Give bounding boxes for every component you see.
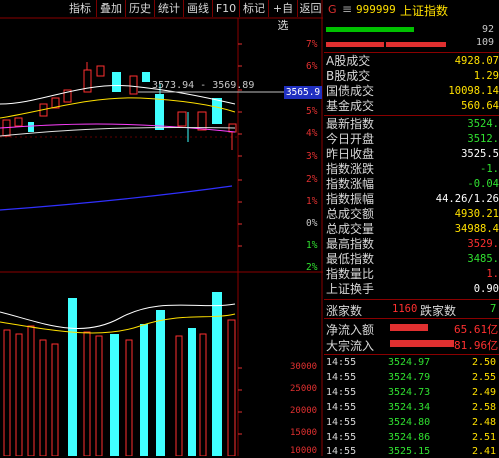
ma10-line	[0, 97, 236, 119]
crosshair-range-label: 3573.94 - 3569.89	[152, 80, 255, 91]
down-count-label: 跌家数	[420, 304, 457, 318]
vol-tick: 10000	[290, 446, 318, 456]
stat-row-volume: 总成交量 34988.4	[326, 222, 499, 236]
stat-row-low: 最低指数 3485.	[326, 252, 499, 266]
vol-tick: 30000	[290, 362, 318, 372]
stock-code: 999999	[356, 3, 396, 16]
pct-tick: 0%	[306, 218, 318, 229]
stat-row-prev-close: 昨日收盘 3525.5	[326, 147, 499, 161]
stat-row-turnover-rate: 上证换手 0.90	[326, 282, 499, 296]
buy-count: 92	[482, 24, 495, 35]
sell-strength-bar-left	[326, 42, 384, 47]
stat-row-volume-ratio: 指数量比 1.	[326, 267, 499, 281]
current-price-tag: 3565.9	[284, 86, 322, 99]
tick-row: 14:55 3524.86 2.51	[326, 432, 497, 443]
stat-row-a-share: A股成交 4928.07	[326, 54, 499, 68]
stat-row-bond: 国债成交 10098.14	[326, 84, 499, 98]
stat-row-high: 最高指数 3529.	[326, 237, 499, 251]
tick-row: 14:55 3524.79 2.55	[326, 372, 497, 383]
tick-row: 14:55 3524.97 2.50	[326, 357, 497, 368]
pct-tick: 2%	[306, 262, 318, 273]
stat-row-fund: 基金成交 560.64	[326, 99, 499, 113]
quote-panel: G ≡ 999999 上证指数 92 109 A股成交 4928.07 B股成交 1…	[324, 0, 499, 457]
down-count-value: 7	[490, 303, 497, 315]
stat-row-open: 今日开盘 3512.	[326, 132, 499, 146]
pct-tick: 2%	[306, 174, 318, 185]
sell-strength-bar-right	[386, 42, 446, 47]
up-count-value: 1160	[392, 303, 418, 315]
stat-row-change: 指数涨跌 -1.	[326, 162, 499, 176]
tick-row: 14:55 3524.73 2.49	[326, 387, 497, 398]
up-count-label: 涨家数	[326, 304, 363, 318]
tick-row: 14:55 3525.15 2.41	[326, 446, 497, 457]
ma60-line	[0, 185, 233, 211]
stat-row-latest: 最新指数 3524.	[326, 117, 499, 131]
vol-tick: 20000	[290, 406, 318, 416]
block-inflow-bar	[390, 340, 454, 347]
vol-tick: 15000	[290, 428, 318, 438]
title-marker: G	[328, 3, 337, 16]
pct-tick: 4%	[306, 128, 318, 139]
pct-tick: 5%	[306, 106, 318, 117]
stat-row-change-pct: 指数涨幅 -0.04	[326, 177, 499, 191]
pct-tick: 7%	[306, 39, 318, 50]
menu-icon[interactable]: ≡	[342, 2, 352, 16]
tick-row: 14:55 3524.34 2.58	[326, 402, 497, 413]
pct-tick: 3%	[306, 151, 318, 162]
pct-tick: 6%	[306, 61, 318, 72]
net-inflow-value: 65.61亿	[454, 323, 499, 336]
vol-ma2-line	[0, 313, 236, 334]
block-inflow-value: 81.96亿	[454, 339, 499, 352]
vol-tick: 25000	[290, 384, 318, 394]
net-inflow-bar	[390, 324, 428, 331]
buy-strength-bar	[326, 27, 414, 32]
tick-row: 14:55 3524.80 2.48	[326, 417, 497, 428]
vol-ma-line	[0, 303, 236, 329]
stat-row-amplitude: 指数振幅 44.26/1.26	[326, 192, 499, 206]
pct-tick: 1%	[306, 240, 318, 251]
block-inflow-label: 大宗流入	[326, 339, 375, 353]
stock-name: 上证指数	[400, 4, 449, 18]
sell-count: 109	[476, 37, 495, 48]
stat-row-turnover-amount: 总成交额 4930.21	[326, 207, 499, 221]
kline-chart[interactable]	[0, 0, 323, 456]
net-inflow-label: 净流入额	[326, 323, 375, 337]
stat-row-b-share: B股成交 1.29	[326, 69, 499, 83]
pct-tick: 1%	[306, 196, 318, 207]
